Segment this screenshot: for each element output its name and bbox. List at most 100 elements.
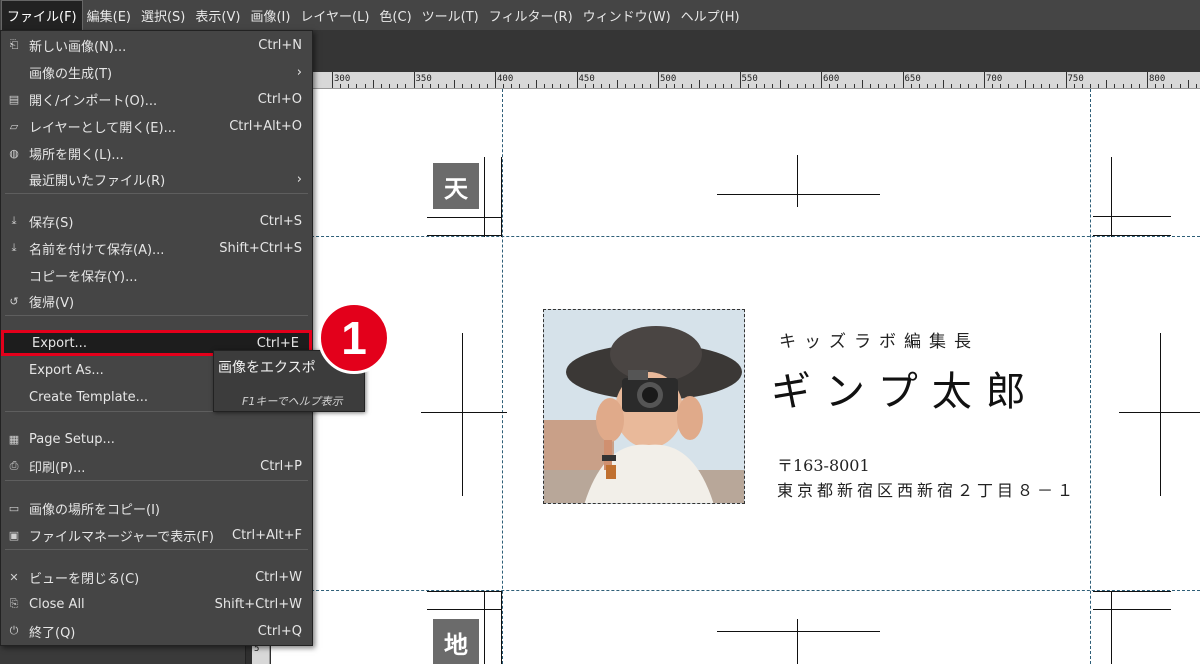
menu-item-save-copy[interactable]: コピーを保存(Y)... <box>1 262 312 288</box>
open-import-icon: ▤ <box>8 92 20 106</box>
card-address: 東京都新宿区西新宿２丁目８－１ <box>777 481 1078 500</box>
print-icon: ⎙ <box>9 459 19 472</box>
ruler-minor-tick <box>894 84 896 88</box>
ruler-minor-tick <box>584 84 586 88</box>
menu-edit[interactable]: 編集(E) <box>82 1 136 30</box>
menu-item-shortcut: Ctrl+P <box>260 458 302 474</box>
menu-item-label: 場所を開く(L)... <box>29 147 124 163</box>
ruler-minor-tick <box>429 84 431 88</box>
ruler-major-tick <box>1147 72 1148 88</box>
new-image-icon: ⎗ <box>9 38 19 51</box>
crop-mark <box>1111 591 1112 664</box>
menu-item-create-image[interactable]: 画像の生成(T) › <box>1 59 312 85</box>
menu-item-shortcut: Ctrl+Q <box>257 623 302 639</box>
ruler-major-tick <box>495 72 496 88</box>
ruler-minor-tick <box>967 84 969 88</box>
crop-mark <box>462 333 463 496</box>
ruler-minor-tick <box>682 84 684 88</box>
menu-image[interactable]: 画像(I) <box>245 1 295 30</box>
ruler-minor-tick <box>951 84 953 88</box>
image-canvas[interactable]: 天 地 キッズラボ編集長 ギンプ太郎 〒163-8001 東京都新宿区西新宿２丁… <box>271 89 1200 664</box>
ruler-minor-tick <box>788 84 790 88</box>
ruler-minor-tick <box>437 84 439 88</box>
menu-file[interactable]: ファイル(F) <box>1 0 83 31</box>
ruler-minor-tick <box>1171 84 1173 88</box>
menu-item-print[interactable]: ⎙ 印刷(P)... Ctrl+P <box>1 453 312 479</box>
ruler-minor-tick <box>723 84 725 88</box>
menu-separator <box>5 193 308 194</box>
ruler-minor-tick <box>633 84 635 88</box>
ruler-major-tick <box>1065 72 1067 88</box>
menu-item-open-import[interactable]: ▤ 開く/インポート(O)... Ctrl+O <box>1 86 312 112</box>
menu-item-save[interactable]: ⤓ 保存(S) Ctrl+S <box>1 208 312 234</box>
menu-item-open-location[interactable]: ◍ 場所を開く(L)... <box>1 140 312 166</box>
menu-item-label: 開く/インポート(O)... <box>29 93 158 109</box>
menu-separator <box>5 480 308 481</box>
menu-item-recent-files[interactable]: 最近開いたファイル(R) › <box>1 166 312 192</box>
ruler-minor-tick <box>1000 84 1002 88</box>
menu-select[interactable]: 選択(S) <box>136 1 190 30</box>
menu-item-close-all[interactable]: ⎘ Close All Shift+Ctrl+W <box>1 591 312 617</box>
close-all-icon: ⎘ <box>9 597 19 610</box>
ruler-major-tick <box>413 72 415 88</box>
menu-item-new-image[interactable]: ⎗ 新しい画像(N)... Ctrl+N <box>1 32 312 58</box>
ruler-minor-tick <box>959 84 961 88</box>
menu-item-close-view[interactable]: ✕ ビューを閉じる(C) Ctrl+W <box>1 564 312 590</box>
tooltip-title: 画像をエクスポ <box>218 360 316 376</box>
menu-item-quit[interactable]: ⏻ 終了(Q) Ctrl+Q <box>1 618 312 644</box>
menu-filters[interactable]: フィルター(R) <box>484 1 578 30</box>
profile-photo <box>543 309 745 504</box>
menu-tools[interactable]: ツール(T) <box>417 1 484 30</box>
guide-horizontal[interactable] <box>271 236 1200 237</box>
ruler-minor-tick <box>641 84 643 88</box>
ruler-major-tick <box>332 72 333 88</box>
ruler-major-tick <box>658 72 659 88</box>
crop-mark <box>427 217 501 218</box>
menu-item-show-in-file-manager[interactable]: ▣ ファイルマネージャーで表示(F) Ctrl+Alt+F <box>1 522 312 548</box>
menu-item-copy-image-location[interactable]: ▭ 画像の場所をコピー(I) <box>1 495 312 521</box>
ruler-minor-tick <box>943 80 945 88</box>
menu-item-shortcut: Ctrl+S <box>259 213 302 229</box>
save-icon: ⤓ <box>11 214 17 227</box>
guide-vertical[interactable] <box>1090 89 1091 664</box>
menu-item-save-as[interactable]: ⤓ 名前を付けて保存(A)... Shift+Ctrl+S <box>1 235 312 261</box>
ruler-minor-tick <box>1008 84 1010 88</box>
menu-item-open-as-layers[interactable]: ▱ レイヤーとして開く(E)... Ctrl+Alt+O <box>1 113 312 139</box>
menu-item-label: 画像の場所をコピー(I) <box>29 502 160 518</box>
ruler-minor-tick <box>1032 84 1034 88</box>
menu-colors[interactable]: 色(C) <box>374 1 416 30</box>
ruler-minor-tick <box>829 84 831 88</box>
ruler-minor-tick <box>1098 84 1100 88</box>
crop-mark <box>797 155 798 207</box>
horizontal-ruler[interactable]: 300 350 400 450 500 550 600 650 700 750 800 <box>272 72 1200 89</box>
menu-layer[interactable]: レイヤー(L) <box>295 1 374 30</box>
crop-mark <box>797 619 798 664</box>
menu-item-revert[interactable]: ↺ 復帰(V) <box>1 288 312 314</box>
menu-item-label: ファイルマネージャーで表示(F) <box>29 529 214 545</box>
menu-item-page-setup[interactable]: ▦ Page Setup... <box>1 426 312 452</box>
menu-help[interactable]: ヘルプ(H) <box>676 1 745 30</box>
crop-mark <box>484 591 485 664</box>
ruler-minor-tick <box>1081 84 1083 88</box>
badge-top: 天 <box>433 163 479 209</box>
ruler-minor-tick <box>568 84 570 88</box>
menu-item-shortcut: Ctrl+W <box>255 569 302 585</box>
menu-item-label: 新しい画像(N)... <box>29 39 127 55</box>
menu-separator <box>5 549 308 550</box>
menu-windows[interactable]: ウィンドウ(W) <box>578 1 676 30</box>
ruler-label: 500 <box>660 74 677 84</box>
ruler-minor-tick <box>527 84 529 88</box>
badge-bottom: 地 <box>433 619 479 664</box>
guide-horizontal[interactable] <box>271 590 1200 591</box>
ruler-label: 750 <box>1067 74 1084 84</box>
ruler-minor-tick <box>486 84 488 88</box>
ruler-minor-tick <box>560 84 562 88</box>
crop-mark <box>717 194 880 195</box>
ruler-minor-tick <box>992 84 994 88</box>
ruler-minor-tick <box>1024 80 1026 88</box>
ruler-minor-tick <box>878 84 880 88</box>
ruler-minor-tick <box>1130 84 1132 88</box>
guide-vertical[interactable] <box>502 89 503 664</box>
crop-mark <box>1160 333 1161 496</box>
menu-view[interactable]: 表示(V) <box>190 1 245 30</box>
